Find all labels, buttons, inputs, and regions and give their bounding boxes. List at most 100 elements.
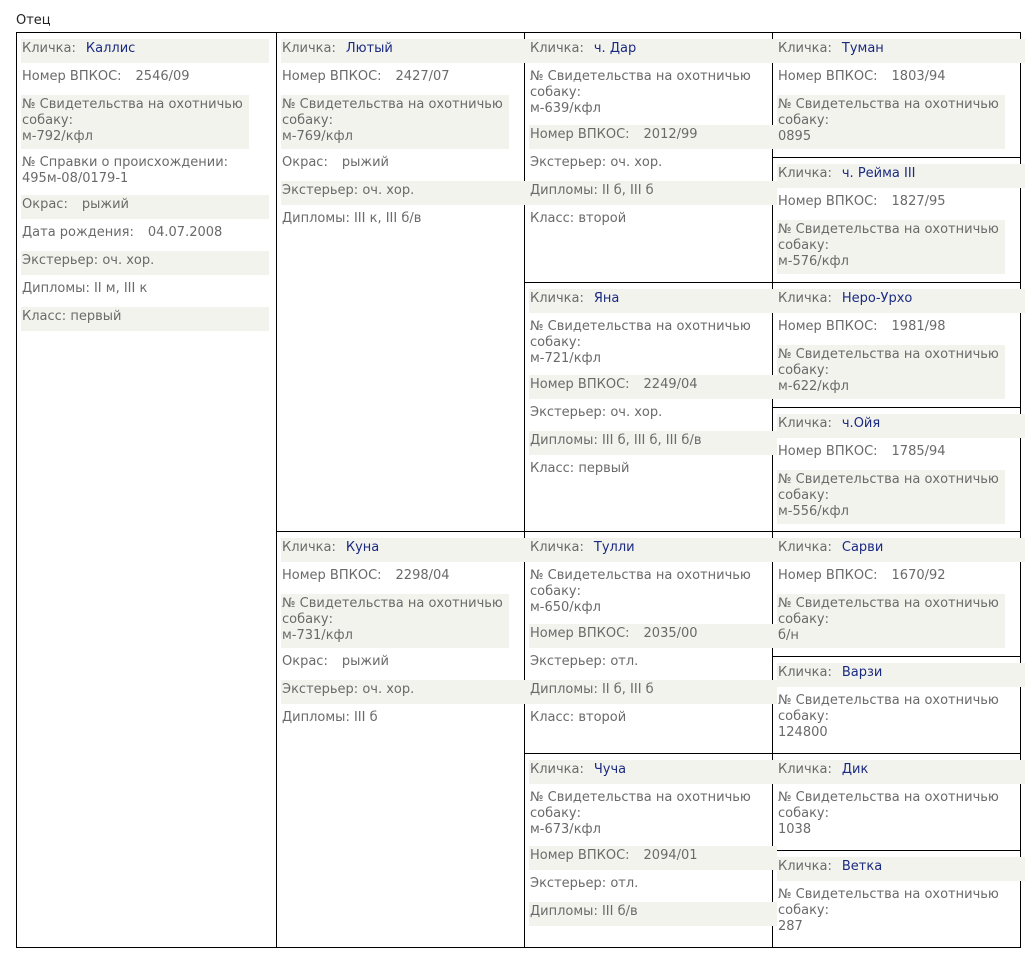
row-divider-gen2 — [276, 531, 1021, 532]
g2m-name-link[interactable]: Куна — [346, 540, 379, 555]
exterior-label: Экстерьер: — [530, 155, 607, 170]
sire-class-row: Класс: первый — [21, 305, 269, 333]
g2f-name-link[interactable]: Лютый — [346, 41, 393, 56]
g4fff-vpkos-value: 1803/94 — [891, 69, 946, 84]
g3ff-name-link[interactable]: ч. Дар — [594, 41, 636, 56]
vpkos-label: Номер ВПКОС: — [530, 377, 630, 392]
g4fff-name-link[interactable]: Туман — [842, 41, 884, 56]
sire-card: Кличка: Каллис Номер ВПКОС: 2546/09 № Свид… — [21, 37, 269, 333]
g3fm-vpkos-value: 2249/04 — [643, 377, 698, 392]
g3mf-vpkos-row: Номер ВПКОС: 2035/00 — [529, 622, 777, 650]
sire-vpkos-row: Номер ВПКОС: 2546/09 — [21, 65, 269, 93]
sire-diplomas-row: Дипломы: II м, III к — [21, 277, 269, 305]
g3fm-name-row: Кличка: Яна — [529, 287, 777, 315]
gen4-mmf-card: Кличка: Дик № Свидетельства на охотничью … — [777, 758, 1025, 844]
g3mm-name-link[interactable]: Чуча — [594, 762, 626, 777]
sire-vpkos-value: 2546/09 — [135, 69, 190, 84]
sire-class-value: первый — [70, 309, 122, 324]
g4fmf-vpkos-value: 1981/98 — [891, 319, 946, 334]
vpkos-label: Номер ВПКОС: — [778, 568, 878, 583]
birth-label: Дата рождения: — [22, 225, 134, 240]
vpkos-label: Номер ВПКОС: — [778, 194, 878, 209]
g3fm-exterior-value: оч. хор. — [610, 405, 663, 420]
sire-diplomas-value: II м, III к — [93, 281, 148, 296]
g2m-color-row: Окрас: рыжий — [281, 650, 509, 678]
vpkos-label: Номер ВПКОС: — [530, 127, 630, 142]
g4fmf-name-row: Кличка: Неро-Урхо — [777, 287, 1025, 315]
class-label: Класс: — [22, 309, 67, 324]
vpkos-label: Номер ВПКОС: — [530, 626, 630, 641]
cert-label: № Свидетельства на охотничью собаку: — [282, 97, 503, 128]
g3mf-exterior-value: отл. — [610, 654, 639, 669]
g4mmf-name-link[interactable]: Дик — [842, 762, 868, 777]
g4ffm-vpkos-row: Номер ВПКОС: 1827/95 — [777, 190, 1005, 218]
name-label: Кличка: — [530, 291, 584, 306]
g2m-vpkos-row: Номер ВПКОС: 2298/04 — [281, 564, 509, 592]
exterior-label: Экстерьер: — [22, 253, 99, 268]
exterior-label: Экстерьер: — [530, 876, 607, 891]
vpkos-label: Номер ВПКОС: — [778, 444, 878, 459]
name-label: Кличка: — [282, 41, 336, 56]
sire-exterior-value: оч. хор. — [102, 253, 155, 268]
g3fm-name-link[interactable]: Яна — [594, 291, 620, 306]
cert-label: № Свидетельства на охотничью собаку: — [778, 693, 999, 724]
gen4-fmf-card: Кличка: Неро-Урхо Номер ВПКОС: 1981/98 № С… — [777, 287, 1025, 401]
g4mmm-name-row: Кличка: Ветка — [777, 855, 1025, 883]
g3mf-exterior-row: Экстерьер: отл. — [529, 650, 757, 678]
g4fff-vpkos-row: Номер ВПКОС: 1803/94 — [777, 65, 1005, 93]
g3fm-class-row: Класс: первый — [529, 457, 757, 485]
diplomas-label: Дипломы: — [282, 211, 350, 226]
g2f-diplomas-value: III к, III б/в — [353, 211, 422, 226]
table-border-left — [16, 32, 17, 948]
sire-color-row: Окрас: рыжий — [21, 193, 269, 221]
g4fmf-cert-row: № Свидетельства на охотничью собаку: м-6… — [777, 343, 1005, 401]
g4mmm-cert-row: № Свидетельства на охотничью собаку: 287 — [777, 883, 1005, 941]
g3mm-exterior-row: Экстерьер: отл. — [529, 872, 757, 900]
vpkos-label: Номер ВПКОС: — [282, 69, 382, 84]
cert-label: № Свидетельства на охотничью собаку: — [530, 790, 751, 821]
g4mff-name-link[interactable]: Сарви — [842, 540, 883, 555]
g4fmf-cert-value: м-622/кфл — [778, 379, 849, 394]
g4ffm-name-link[interactable]: ч. Рейма III — [842, 166, 916, 181]
g3ff-name-row: Кличка: ч. Дар — [529, 37, 777, 65]
cert-label: № Свидетельства на охотничью собаку: — [530, 69, 751, 100]
g2f-exterior-row: Экстерьер: оч. хор. — [281, 179, 529, 207]
sire-name-link[interactable]: Каллис — [86, 41, 135, 56]
diplomas-label: Дипломы: — [282, 710, 350, 725]
g2m-diplomas-value: III б — [353, 710, 378, 725]
class-label: Класс: — [530, 211, 575, 226]
g4ffm-cert-row: № Свидетельства на охотничью собаку: м-5… — [777, 218, 1005, 276]
g4fmm-name-link[interactable]: ч.Ойя — [842, 416, 880, 431]
column-divider-1 — [276, 32, 277, 948]
g2m-name-row: Кличка: Куна — [281, 536, 529, 564]
g3mf-diplomas-row: Дипломы: II б, III б — [529, 678, 777, 706]
gen2-father-card: Кличка: Лютый Номер ВПКОС: 2427/07 № Свиде… — [281, 37, 529, 235]
g4mmm-cert-value: 287 — [778, 919, 803, 934]
sire-birth-value: 04.07.2008 — [147, 225, 223, 240]
g3mf-name-link[interactable]: Тулли — [594, 540, 635, 555]
row-divider-gen4-b — [772, 407, 1021, 408]
g4mmm-name-link[interactable]: Ветка — [842, 859, 882, 874]
exterior-label: Экстерьер: — [530, 405, 607, 420]
sire-birth-row: Дата рождения: 04.07.2008 — [21, 221, 269, 249]
table-border-bottom — [16, 947, 1021, 948]
vpkos-label: Номер ВПКОС: — [282, 568, 382, 583]
g3mm-vpkos-row: Номер ВПКОС: 2094/01 — [529, 844, 777, 872]
g4mff-name-row: Кличка: Сарви — [777, 536, 1025, 564]
gen4-mff-card: Кличка: Сарви Номер ВПКОС: 1670/92 № Свиде… — [777, 536, 1025, 650]
g3fm-diplomas-value: III б, III б, III б/в — [601, 433, 702, 448]
table-border-top — [16, 32, 1021, 33]
diplomas-label: Дипломы: — [530, 433, 598, 448]
g2m-diplomas-row: Дипломы: III б — [281, 706, 509, 734]
g4mfm-name-link[interactable]: Варзи — [842, 665, 883, 680]
cert-label: № Свидетельства на охотничью собаку: — [530, 568, 751, 599]
diplomas-label: Дипломы: — [530, 682, 598, 697]
g2m-cert-value: м-731/кфл — [282, 628, 353, 643]
cert-label: № Свидетельства на охотничью собаку: — [778, 222, 999, 253]
g4fmm-name-row: Кличка: ч.Ойя — [777, 412, 1025, 440]
g4ffm-name-row: Кличка: ч. Рейма III — [777, 162, 1025, 190]
g3mm-name-row: Кличка: Чуча — [529, 758, 777, 786]
g4fmf-name-link[interactable]: Неро-Урхо — [842, 291, 913, 306]
g4mfm-cert-value: 124800 — [778, 725, 828, 740]
cert-label: № Свидетельства на охотничью собаку: — [778, 472, 999, 503]
